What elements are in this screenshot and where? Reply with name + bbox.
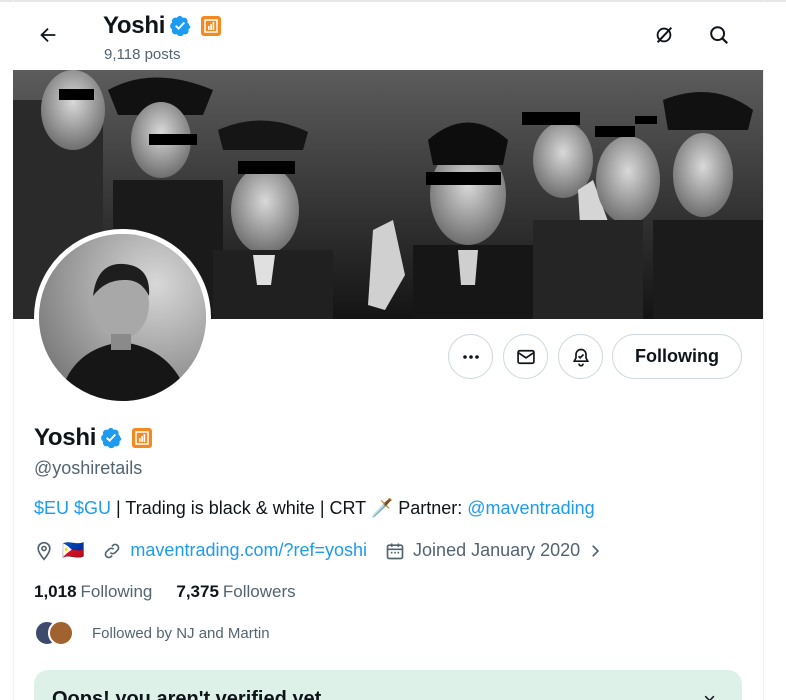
post-count: 9,118 posts [104,46,181,63]
location: 🇵🇭 [34,540,84,561]
affiliate-badge-icon[interactable] [132,428,153,448]
following-button[interactable]: Following [612,334,742,379]
search-button[interactable] [702,18,736,52]
profile-bio: $EU $GU | Trading is black & white | CRT… [34,498,595,519]
affiliate-badge-icon [201,16,222,36]
cashtag-link[interactable]: $EU [34,498,69,518]
profile-meta: 🇵🇭 maventrading.com/?ref=yoshi Joined Ja… [34,540,622,561]
close-icon[interactable]: × [703,688,716,700]
location-pin-icon [37,541,51,561]
message-icon [516,349,535,364]
more-button[interactable] [448,334,493,379]
verified-badge-icon[interactable] [100,427,122,449]
following-count: 1,018 [34,582,77,601]
chevron-right-icon [592,544,600,557]
notification-bell-icon [572,348,589,367]
header-title: Yoshi [103,12,222,40]
message-button[interactable] [503,334,548,379]
website: maventrading.com/?ref=yoshi [102,540,367,561]
grok-button[interactable] [647,18,681,52]
cashtag-link[interactable]: $GU [74,498,111,518]
calendar-icon [386,543,404,559]
verified-badge-icon [169,15,191,37]
followers-label: Followers [222,582,296,601]
back-arrow-icon [40,27,56,43]
avatar-image [39,234,206,401]
bio-text: | Trading is black & white | CRT 🗡️ Part… [111,498,468,518]
profile-handle: @yoshiretails [34,458,143,478]
avatar[interactable] [34,229,211,406]
following-label: Following [80,582,153,601]
followers-count-link[interactable]: 7,375 Followers [176,582,295,602]
header-name: Yoshi [103,12,166,39]
notifications-button[interactable] [558,334,603,379]
follow-counts: 1,018 Following 7,375 Followers [34,582,296,602]
followed-by-text: Followed by NJ and Martin [92,624,270,642]
profile-header: Yoshi 9,118 posts [13,2,764,70]
verify-banner-title: Oops! you aren't verified yet [52,688,322,700]
location-flag: 🇵🇭 [62,540,85,560]
profile-name: Yoshi [34,424,97,451]
followers-count: 7,375 [176,582,219,601]
avatar [48,620,74,646]
search-icon [710,26,729,45]
more-icon [462,354,479,359]
mention-link[interactable]: @maventrading [467,498,594,518]
verify-banner: Oops! you aren't verified yet × [34,670,742,700]
following-count-link[interactable]: 1,018 Following [34,582,152,602]
profile-name-row: Yoshi [34,424,153,452]
link-icon [105,543,120,558]
website-link[interactable]: maventrading.com/?ref=yoshi [130,540,367,561]
followed-by[interactable]: Followed by NJ and Martin [34,620,270,646]
back-button[interactable] [31,18,65,52]
grok-icon [656,26,673,44]
joined-text: Joined January 2020 [413,540,581,560]
join-date[interactable]: Joined January 2020 [385,540,604,561]
